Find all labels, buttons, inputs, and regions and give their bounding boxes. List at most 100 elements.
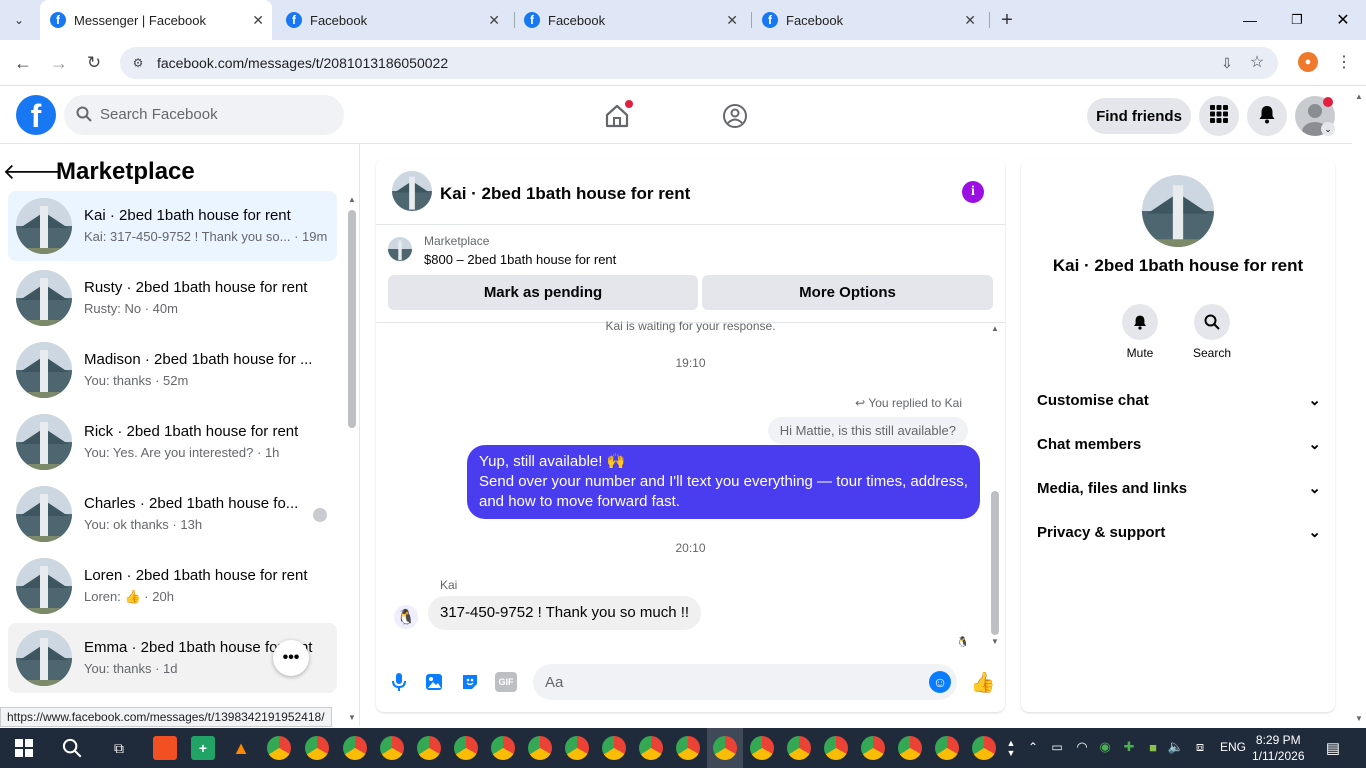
tray-app-icon[interactable]: ■ bbox=[1144, 739, 1162, 755]
home-icon[interactable] bbox=[603, 100, 633, 130]
chrome-icon[interactable] bbox=[824, 736, 848, 760]
incoming-message[interactable]: 317-450-9752 ! Thank you so much !! bbox=[428, 596, 702, 630]
microphone-icon[interactable] bbox=[388, 671, 410, 693]
back-arrow-icon[interactable]: 🡐 bbox=[3, 159, 62, 184]
chrome-icon[interactable] bbox=[639, 736, 663, 760]
chrome-icon[interactable] bbox=[602, 736, 626, 760]
outgoing-message[interactable]: Yup, still available! 🙌 Send over your n… bbox=[467, 445, 980, 519]
info-avatar[interactable] bbox=[1142, 175, 1214, 247]
close-window-icon[interactable]: ✕ bbox=[1333, 10, 1353, 30]
input-language[interactable]: ENG bbox=[1220, 740, 1246, 754]
mute-action[interactable]: Mute bbox=[1120, 304, 1160, 360]
show-hidden-icons-icon[interactable]: ⌃ bbox=[1025, 739, 1041, 755]
tab-search-icon[interactable]: ⌄ bbox=[8, 10, 30, 30]
back-icon[interactable]: ← bbox=[12, 52, 34, 74]
meet-now-icon[interactable]: ⧈ bbox=[1191, 739, 1209, 755]
media-files-item[interactable]: Media, files and links ⌄ bbox=[1037, 472, 1321, 504]
conversation-item[interactable]: Kai · 2bed 1bath house for rent Kai: 317… bbox=[8, 191, 337, 261]
battery-icon[interactable]: ▭ bbox=[1048, 739, 1066, 755]
more-options-button[interactable]: More Options bbox=[702, 275, 993, 310]
menu-button[interactable] bbox=[1199, 96, 1239, 136]
chrome-icon[interactable] bbox=[454, 736, 478, 760]
conversation-item[interactable]: Loren · 2bed 1bath house for rent Loren:… bbox=[8, 551, 337, 621]
restore-icon[interactable]: ❐ bbox=[1287, 10, 1307, 30]
tab-facebook-1[interactable]: f Facebook ✕ bbox=[276, 0, 508, 40]
message-input[interactable]: Aa ☺ bbox=[533, 664, 957, 700]
minimize-icon[interactable]: — bbox=[1240, 10, 1260, 30]
thumbs-up-icon[interactable]: 👍 bbox=[971, 670, 996, 694]
chat-scrollbar-thumb[interactable] bbox=[991, 491, 999, 635]
security-icon[interactable]: ✚ bbox=[1120, 739, 1138, 755]
mark-as-pending-button[interactable]: Mark as pending bbox=[388, 275, 698, 310]
conversation-item[interactable]: Emma · 2bed 1bath house for rent You: th… bbox=[8, 623, 337, 693]
close-tab-icon[interactable]: ✕ bbox=[488, 12, 500, 29]
tab-facebook-2[interactable]: f Facebook ✕ bbox=[514, 0, 746, 40]
chrome-icon[interactable] bbox=[787, 736, 811, 760]
conversation-item[interactable]: Rick · 2bed 1bath house for rent You: Ye… bbox=[8, 407, 337, 477]
network-icon[interactable]: ◉ bbox=[1096, 739, 1114, 755]
taskbar-search-icon[interactable] bbox=[61, 737, 83, 759]
scroll-down-icon[interactable]: ▼ bbox=[347, 712, 357, 722]
site-settings-icon[interactable]: ⚙ bbox=[130, 55, 146, 71]
store-icon[interactable] bbox=[153, 736, 177, 760]
url-field[interactable]: ⚙ facebook.com/messages/t/20810131860500… bbox=[120, 47, 1278, 79]
listing-title[interactable]: $800 – 2bed 1bath house for rent bbox=[424, 252, 616, 267]
photo-icon[interactable] bbox=[423, 671, 445, 693]
facebook-logo[interactable]: f bbox=[16, 95, 56, 135]
conversation-item[interactable]: Madison · 2bed 1bath house for ... You: … bbox=[8, 335, 337, 405]
facebook-search-input[interactable]: Search Facebook bbox=[64, 95, 344, 135]
chat-avatar[interactable] bbox=[392, 171, 432, 211]
gif-icon[interactable]: GIF bbox=[495, 672, 517, 692]
forward-icon[interactable]: → bbox=[48, 52, 70, 74]
info-icon[interactable]: i bbox=[962, 181, 984, 203]
vlc-icon[interactable]: ▲ bbox=[229, 736, 253, 760]
scroll-up-icon[interactable]: ▲ bbox=[990, 323, 1000, 333]
chrome-icon[interactable] bbox=[713, 736, 737, 760]
chrome-icon[interactable] bbox=[305, 736, 329, 760]
scroll-down-icon[interactable]: ▼ bbox=[990, 636, 1000, 646]
tab-facebook-3[interactable]: f Facebook ✕ bbox=[752, 0, 984, 40]
close-tab-icon[interactable]: ✕ bbox=[252, 12, 264, 29]
scroll-up-icon[interactable]: ▲ bbox=[347, 194, 357, 204]
search-action[interactable]: Search bbox=[1190, 304, 1234, 360]
wifi-icon[interactable]: ◠ bbox=[1073, 739, 1091, 755]
notification-center-icon[interactable]: ▤ bbox=[1323, 738, 1343, 758]
chevron-down-icon[interactable]: ⌄ bbox=[1321, 122, 1335, 136]
bookmark-star-icon[interactable]: ☆ bbox=[1248, 53, 1266, 71]
chrome-icon[interactable] bbox=[861, 736, 885, 760]
reload-icon[interactable]: ↻ bbox=[83, 52, 105, 74]
conversation-item[interactable]: Rusty · 2bed 1bath house for rent Rusty:… bbox=[8, 263, 337, 333]
chrome-icon[interactable] bbox=[565, 736, 589, 760]
chrome-icon[interactable] bbox=[676, 736, 700, 760]
more-options-icon[interactable]: ••• bbox=[273, 640, 309, 676]
app-icon[interactable]: + bbox=[191, 736, 215, 760]
taskbar-clock[interactable]: 8:29 PM 1/11/2026 bbox=[1252, 732, 1305, 764]
chrome-icon[interactable] bbox=[972, 736, 996, 760]
chrome-icon[interactable] bbox=[267, 736, 291, 760]
chrome-icon[interactable] bbox=[491, 736, 515, 760]
chrome-icon[interactable] bbox=[935, 736, 959, 760]
chat-members-item[interactable]: Chat members ⌄ bbox=[1037, 428, 1321, 460]
customise-chat-item[interactable]: Customise chat ⌄ bbox=[1037, 384, 1321, 416]
volume-icon[interactable]: 🔈 bbox=[1167, 739, 1185, 755]
sticker-icon[interactable] bbox=[459, 671, 481, 693]
listing-thumbnail[interactable] bbox=[388, 237, 412, 261]
new-tab-icon[interactable]: + bbox=[996, 9, 1018, 31]
conversation-item[interactable]: Charles · 2bed 1bath house fo... You: ok… bbox=[8, 479, 337, 549]
chat-title[interactable]: Kai · 2bed 1bath house for rent bbox=[440, 184, 690, 204]
scrollbar-thumb[interactable] bbox=[348, 210, 356, 428]
chrome-icon[interactable] bbox=[380, 736, 404, 760]
extension-icon[interactable]: ● bbox=[1298, 52, 1318, 72]
chrome-icon[interactable] bbox=[750, 736, 774, 760]
chrome-icon[interactable] bbox=[528, 736, 552, 760]
privacy-support-item[interactable]: Privacy & support ⌄ bbox=[1037, 516, 1321, 548]
emoji-icon[interactable]: ☺ bbox=[929, 671, 951, 693]
chrome-icon[interactable] bbox=[417, 736, 441, 760]
browser-menu-icon[interactable]: ⋮ bbox=[1334, 52, 1354, 72]
groups-icon[interactable] bbox=[721, 102, 749, 130]
tab-messenger[interactable]: f Messenger | Facebook ✕ bbox=[40, 0, 272, 40]
chrome-icon[interactable] bbox=[343, 736, 367, 760]
close-tab-icon[interactable]: ✕ bbox=[726, 12, 738, 29]
page-scroll-up-icon[interactable]: ▲ bbox=[1353, 90, 1365, 102]
task-view-icon[interactable]: ⧉ bbox=[109, 738, 129, 758]
